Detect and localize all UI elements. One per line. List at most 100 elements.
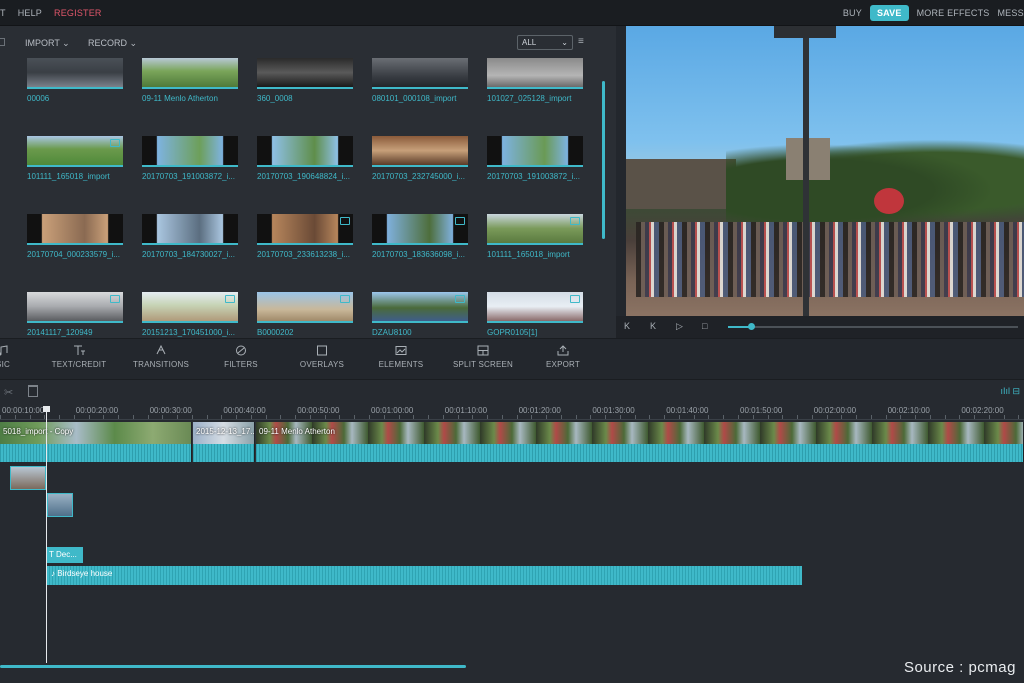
top-menu-left: T HELP REGISTER	[0, 0, 102, 26]
media-item[interactable]: 20170703_190648824_i...	[257, 136, 353, 204]
audio-clip[interactable]: ♪ Birdseye house	[47, 566, 802, 585]
media-item[interactable]: 09-11 Menlo Atherton	[142, 58, 238, 126]
playback-progress-handle[interactable]	[748, 323, 756, 330]
media-thumbnail	[27, 292, 123, 323]
timeline-tick-mark	[162, 415, 164, 419]
playback-progress-track[interactable]	[728, 323, 1018, 330]
tool-export[interactable]: EXPORT	[518, 345, 608, 369]
menu-item-help[interactable]: HELP	[18, 8, 42, 18]
buy-button[interactable]: BUY	[843, 8, 862, 18]
media-item[interactable]: 20170703_183636098_i...	[372, 214, 468, 282]
timeline-tick-label: 00:00:40:00	[223, 406, 266, 415]
record-dropdown[interactable]: RECORD ⌄	[88, 38, 137, 49]
timeline-zoom-icon[interactable]: ıIıl ⊟	[1000, 386, 1020, 397]
preview-lamp-pole	[803, 26, 809, 316]
title-clip[interactable]: T Dec...	[47, 547, 83, 563]
media-thumbnail	[27, 58, 123, 89]
media-thumbnail	[27, 214, 123, 245]
overlay-clip[interactable]	[10, 466, 46, 490]
tool-transitions[interactable]: TRANSITIONS	[116, 345, 206, 369]
save-button[interactable]: SAVE	[869, 5, 909, 21]
video-camera-icon	[455, 295, 465, 303]
media-item[interactable]: 20170703_191003872_i...	[487, 136, 583, 204]
media-item[interactable]: 20170703_184730027_i...	[142, 214, 238, 282]
media-item[interactable]: 20170703_233613238_i...	[257, 214, 353, 282]
overlay-clip[interactable]	[47, 493, 73, 517]
media-item[interactable]: 101111_165018_import	[27, 136, 123, 204]
timeline-clip[interactable]: 2015-12-13_17...	[193, 422, 255, 462]
timeline-tick-mark	[782, 415, 784, 419]
media-item[interactable]: 00006	[27, 58, 123, 126]
timeline-tick-label: 00:01:50:00	[740, 406, 783, 415]
timeline-tick-mark	[369, 415, 370, 419]
media-item[interactable]: 20170703_232745000_i...	[372, 136, 468, 204]
timeline-tick-mark	[442, 415, 444, 419]
video-camera-icon	[110, 139, 120, 147]
timeline-tick-mark	[324, 415, 326, 419]
timeline-tick-mark	[605, 415, 607, 419]
media-thumbnail	[142, 292, 238, 323]
timeline-playhead[interactable]	[43, 406, 50, 663]
timeline-tick-mark	[752, 415, 754, 419]
media-thumbnail	[257, 214, 353, 245]
play-icon[interactable]: ▷	[676, 321, 683, 332]
timeline-tick-label: 00:00:30:00	[149, 406, 192, 415]
tool-filters-label: FILTERS	[224, 360, 258, 369]
panel-toggle-icon[interactable]	[0, 38, 5, 46]
video-camera-icon	[340, 295, 350, 303]
timeline-tick-mark	[811, 415, 813, 419]
tool-overlays[interactable]: OVERLAYS	[277, 345, 367, 369]
top-bar: T HELP REGISTER BUY SAVE MORE EFFECTS ME…	[0, 0, 1024, 26]
step-back-icon[interactable]: K	[650, 321, 656, 331]
media-item-label: 20151213_170451000_i...	[142, 328, 235, 337]
media-item-label: 101027_025128_import	[487, 94, 572, 103]
media-item-label: DZAU8100	[372, 328, 412, 337]
timeline-tick-label: 00:01:40:00	[666, 406, 709, 415]
timeline-horizontal-scrollbar[interactable]	[0, 665, 466, 668]
messages-button[interactable]: MESSA	[997, 8, 1024, 18]
timeline-tick-mark	[723, 415, 725, 419]
trash-icon[interactable]	[28, 385, 38, 397]
preview-building	[626, 159, 736, 209]
tool-text-credit[interactable]: TEXT/CREDIT	[34, 345, 124, 369]
media-item[interactable]: 360_0008	[257, 58, 353, 126]
tool-split-screen[interactable]: SPLIT SCREEN	[438, 345, 528, 369]
menu-item-register[interactable]: REGISTER	[54, 8, 102, 18]
media-scrollbar[interactable]	[602, 81, 605, 239]
media-filter-select[interactable]: ALL ⌄	[517, 35, 573, 50]
list-view-icon[interactable]: ≡	[578, 36, 584, 47]
video-camera-icon	[225, 295, 235, 303]
timeline-tick-mark	[103, 415, 105, 419]
timeline-tick-mark	[132, 415, 134, 419]
stop-icon[interactable]: □	[702, 321, 707, 331]
media-item[interactable]: 101111_165018_import	[487, 214, 583, 282]
timeline-tick-label: 00:02:20:00	[961, 406, 1004, 415]
media-item[interactable]: 20170704_000233579_i...	[27, 214, 123, 282]
timeline-tick-mark	[693, 415, 695, 419]
more-effects-button[interactable]: MORE EFFECTS	[917, 8, 990, 18]
timeline-tick-mark	[118, 415, 120, 419]
clip-audio-waveform	[256, 444, 1023, 462]
media-library-panel: IMPORT ⌄ RECORD ⌄ ALL ⌄ ≡ 00006 09-11 Men…	[0, 26, 616, 338]
music-icon	[0, 345, 8, 356]
media-thumbnail	[372, 136, 468, 167]
title-clip-icon: T	[49, 550, 54, 559]
tool-elements[interactable]: ELEMENTS	[356, 345, 446, 369]
media-item[interactable]: 101027_025128_import	[487, 58, 583, 126]
tool-filters[interactable]: FILTERS	[196, 345, 286, 369]
media-item[interactable]: 20170703_191003872_i...	[142, 136, 238, 204]
playhead-handle[interactable]	[43, 406, 50, 412]
skip-back-icon[interactable]: K	[624, 321, 630, 331]
import-dropdown[interactable]: IMPORT ⌄	[25, 38, 70, 49]
timeline-clip[interactable]: 5018_import - Copy	[0, 422, 192, 462]
media-item-label: 360_0008	[257, 94, 293, 103]
timeline-ruler[interactable]: 00:00:10:00 00:00:20:00 00:00:30:00 00:00:4…	[0, 404, 1024, 420]
media-item[interactable]: 080101_000108_import	[372, 58, 468, 126]
transitions-icon	[156, 345, 166, 355]
timeline-tick-mark	[738, 415, 739, 419]
scissors-icon[interactable]: ✂	[4, 386, 13, 399]
menu-item-t[interactable]: T	[0, 8, 6, 18]
timeline-tick-mark	[885, 415, 887, 419]
timeline-clip[interactable]: 09-11 Menlo Atherton	[256, 422, 1024, 462]
timeline-tick-mark	[339, 415, 341, 419]
